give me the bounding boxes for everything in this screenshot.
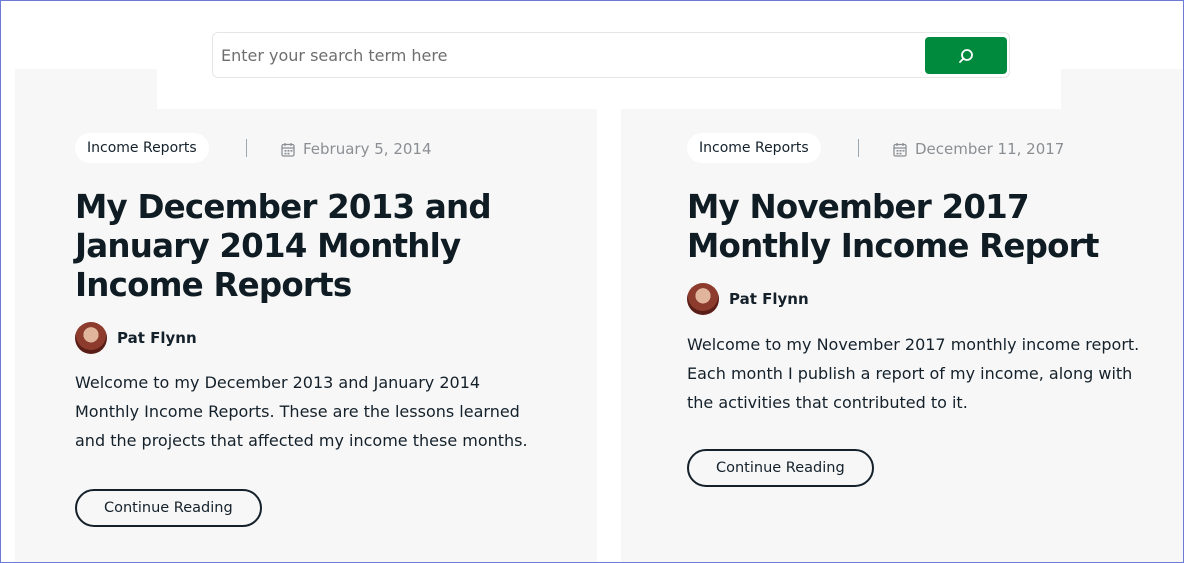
search-input[interactable] [213,33,921,77]
calendar-icon [281,142,295,157]
author-name: Pat Flynn [729,290,809,308]
post-meta: Income Reports December 11, 2017 [687,109,1157,163]
author-name: Pat Flynn [117,329,197,347]
post-author[interactable]: Pat Flynn [75,322,197,354]
post-date-text: February 5, 2014 [303,140,432,158]
column-divider [597,109,621,562]
continue-reading-button[interactable]: Continue Reading [75,489,262,527]
continue-reading-button[interactable]: Continue Reading [687,449,874,487]
search-button[interactable] [925,37,1007,74]
post-date: February 5, 2014 [281,140,432,158]
meta-separator [246,139,247,157]
post-excerpt: Welcome to my December 2013 and January … [75,373,528,450]
category-tag[interactable]: Income Reports [687,133,821,163]
meta-separator [858,139,859,157]
calendar-icon [893,142,907,157]
category-tag[interactable]: Income Reports [75,133,209,163]
post-meta: Income Reports February 5, 2014 [75,109,575,163]
post-card: Income Reports December 11, 2017 My Nove… [687,109,1157,487]
search-icon [959,48,973,63]
post-date: December 11, 2017 [893,140,1064,158]
post-author[interactable]: Pat Flynn [687,283,809,315]
post-card: Income Reports February 5, 2014 My Decem… [75,109,575,527]
post-date-text: December 11, 2017 [915,140,1065,158]
post-excerpt: Welcome to my November 2017 monthly inco… [687,335,1140,412]
author-avatar [75,322,107,354]
post-title[interactable]: My December 2013 and January 2014 Monthl… [75,188,495,305]
search-form [212,32,1010,78]
author-avatar [687,283,719,315]
post-title[interactable]: My November 2017 Monthly Income Report [687,188,1157,266]
